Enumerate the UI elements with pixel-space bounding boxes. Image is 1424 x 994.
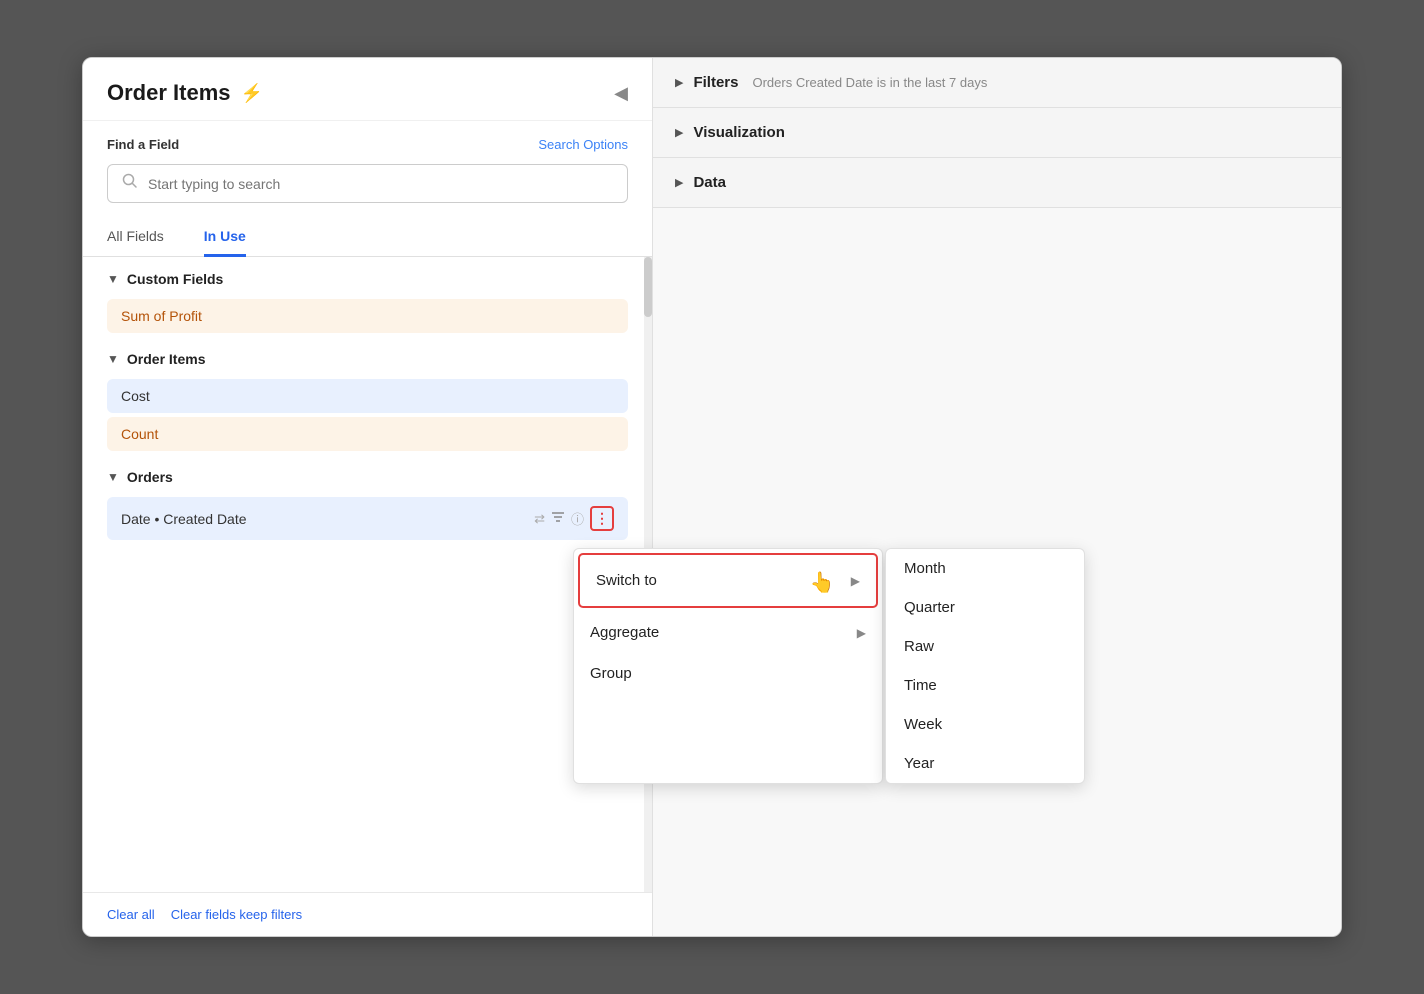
tab-in-use[interactable]: In Use bbox=[204, 218, 246, 257]
data-arrow: ▶ bbox=[675, 176, 683, 189]
section-arrow-custom: ▼ bbox=[107, 272, 119, 286]
clear-fields-link[interactable]: Clear fields keep filters bbox=[171, 907, 303, 922]
section-title-custom: Custom Fields bbox=[127, 271, 223, 287]
search-bar bbox=[107, 164, 628, 203]
section-arrow-order: ▼ bbox=[107, 352, 119, 366]
menu-item-group[interactable]: Group bbox=[574, 653, 882, 694]
search-input[interactable] bbox=[148, 176, 613, 192]
field-cost[interactable]: Cost bbox=[107, 379, 628, 413]
lightning-icon: ⚡ bbox=[241, 83, 263, 104]
menu-item-week[interactable]: Week bbox=[886, 705, 1084, 744]
visualization-header[interactable]: ▶ Visualization bbox=[653, 108, 1341, 157]
title-group: Order Items ⚡ bbox=[107, 80, 263, 106]
data-title: Data bbox=[693, 174, 726, 191]
field-count[interactable]: Count bbox=[107, 417, 628, 451]
switch-to-arrow: ▶ bbox=[851, 574, 860, 588]
swap-icon[interactable]: ⇄ bbox=[534, 511, 545, 527]
field-actions: ⇄ ⓘ ⋮ bbox=[534, 506, 614, 531]
section-orders: ▼ Orders bbox=[83, 455, 652, 493]
data-section: ▶ Data bbox=[653, 158, 1341, 208]
left-panel: Order Items ⚡ ◀ Find a Field Search Opti… bbox=[83, 58, 653, 936]
info-icon[interactable]: ⓘ bbox=[571, 509, 584, 528]
menu-item-switch-to[interactable]: Switch to 👆 ▶ bbox=[580, 555, 876, 606]
filters-subtitle: Orders Created Date is in the last 7 day… bbox=[752, 75, 987, 90]
menu-item-time[interactable]: Time bbox=[886, 666, 1084, 705]
main-window: Order Items ⚡ ◀ Find a Field Search Opti… bbox=[82, 57, 1342, 937]
tabs-row: All Fields In Use bbox=[83, 217, 652, 257]
panel-title: Order Items bbox=[107, 80, 231, 106]
context-menu-secondary: Month Quarter Raw Time Week Year bbox=[885, 548, 1085, 784]
more-icon[interactable]: ⋮ bbox=[590, 506, 614, 531]
cursor-pointer: 👆 bbox=[810, 570, 835, 595]
context-menu-primary: Switch to 👆 ▶ Aggregate ▶ Group bbox=[573, 548, 883, 784]
search-icon bbox=[122, 173, 138, 194]
panel-header: Order Items ⚡ ◀ bbox=[83, 58, 652, 121]
menu-item-raw[interactable]: Raw bbox=[886, 627, 1084, 666]
find-field-row: Find a Field Search Options bbox=[83, 121, 652, 160]
data-header[interactable]: ▶ Data bbox=[653, 158, 1341, 207]
back-icon[interactable]: ◀ bbox=[614, 83, 628, 104]
search-options-link[interactable]: Search Options bbox=[538, 137, 628, 152]
search-bar-container bbox=[83, 160, 652, 217]
filters-header[interactable]: ▶ Filters Orders Created Date is in the … bbox=[653, 58, 1341, 107]
filter-icon[interactable] bbox=[551, 510, 565, 527]
scrollbar-thumb[interactable] bbox=[644, 257, 652, 317]
menu-item-month[interactable]: Month bbox=[886, 549, 1084, 588]
menu-item-year[interactable]: Year bbox=[886, 744, 1084, 783]
bottom-bar: Clear all Clear fields keep filters bbox=[83, 892, 652, 936]
menu-item-quarter[interactable]: Quarter bbox=[886, 588, 1084, 627]
filters-title: Filters bbox=[693, 74, 738, 91]
visualization-title: Visualization bbox=[693, 124, 784, 141]
menu-item-aggregate[interactable]: Aggregate ▶ bbox=[574, 612, 882, 653]
filters-section: ▶ Filters Orders Created Date is in the … bbox=[653, 58, 1341, 108]
section-custom-fields: ▼ Custom Fields bbox=[83, 257, 652, 295]
visualization-arrow: ▶ bbox=[675, 126, 683, 139]
field-sum-profit[interactable]: Sum of Profit bbox=[107, 299, 628, 333]
right-panel: ▶ Filters Orders Created Date is in the … bbox=[653, 58, 1341, 936]
tab-all-fields[interactable]: All Fields bbox=[107, 218, 164, 257]
section-title-order: Order Items bbox=[127, 351, 206, 367]
aggregate-arrow: ▶ bbox=[857, 626, 866, 640]
section-title-orders: Orders bbox=[127, 469, 173, 485]
section-arrow-orders: ▼ bbox=[107, 470, 119, 484]
filters-arrow: ▶ bbox=[675, 76, 683, 89]
fields-list: ▼ Custom Fields Sum of Profit ▼ Order It… bbox=[83, 257, 652, 892]
context-menu-overlay: Switch to 👆 ▶ Aggregate ▶ Group Month bbox=[573, 548, 1085, 784]
visualization-section: ▶ Visualization bbox=[653, 108, 1341, 158]
clear-all-link[interactable]: Clear all bbox=[107, 907, 155, 922]
section-order-items: ▼ Order Items bbox=[83, 337, 652, 375]
field-date-created[interactable]: Date • Created Date ⇄ ⓘ ⋮ bbox=[107, 497, 628, 540]
find-field-label: Find a Field bbox=[107, 137, 179, 152]
